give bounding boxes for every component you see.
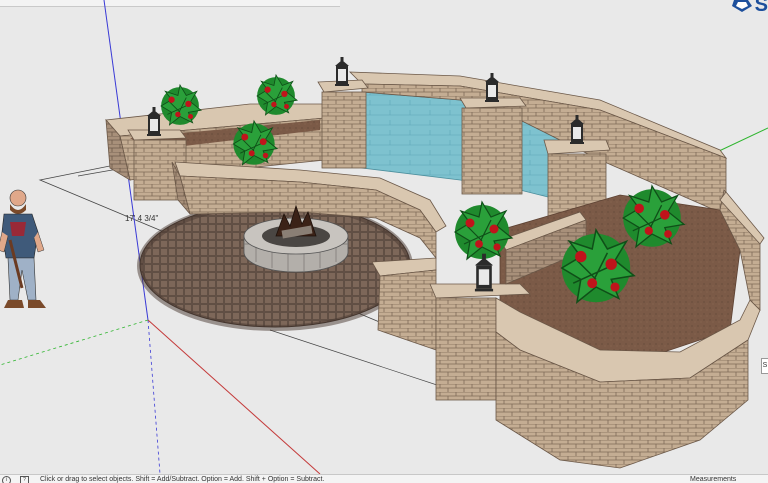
red-axis xyxy=(147,319,321,474)
lantern-icon xyxy=(147,107,161,136)
garden-fire-pit-model[interactable] xyxy=(0,0,768,474)
lantern-icon xyxy=(335,57,349,86)
green-axis-negative xyxy=(0,319,149,366)
lantern-icon xyxy=(474,253,494,292)
sketchup-logo-icon xyxy=(732,0,752,12)
dimension-label: 17' 4 3/4" xyxy=(125,214,159,223)
front-left-wall xyxy=(377,269,437,351)
blue-axis-negative xyxy=(147,319,161,474)
side-marker[interactable]: S xyxy=(761,358,768,374)
logo-text: S xyxy=(754,0,768,16)
front-pillar xyxy=(435,297,497,401)
model-viewport[interactable]: S 17' 4 3/4" S xyxy=(0,0,768,474)
center-left-pillar xyxy=(321,91,367,169)
lantern-icon xyxy=(485,73,499,102)
center-right-pillar xyxy=(461,107,523,195)
scale-figure-person[interactable] xyxy=(0,189,46,308)
